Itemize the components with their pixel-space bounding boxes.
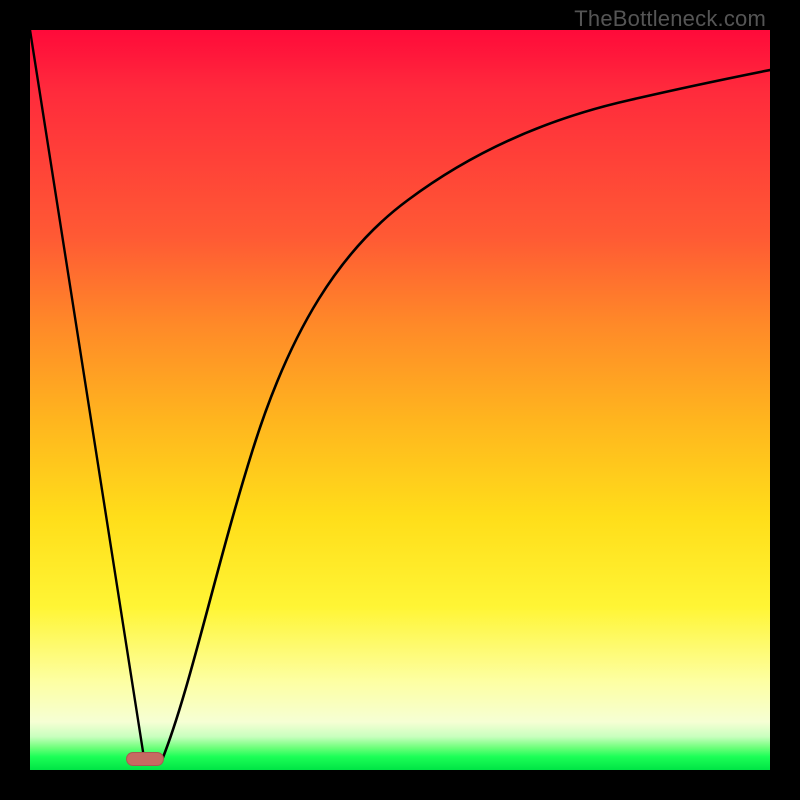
watermark-text: TheBottleneck.com: [574, 6, 766, 32]
chart-valley-marker: [126, 752, 164, 766]
chart-plot-area: [30, 30, 770, 770]
outer-frame: TheBottleneck.com: [0, 0, 800, 800]
chart-left-line: [30, 30, 144, 758]
chart-right-curve: [162, 70, 770, 760]
chart-curves: [30, 30, 770, 770]
